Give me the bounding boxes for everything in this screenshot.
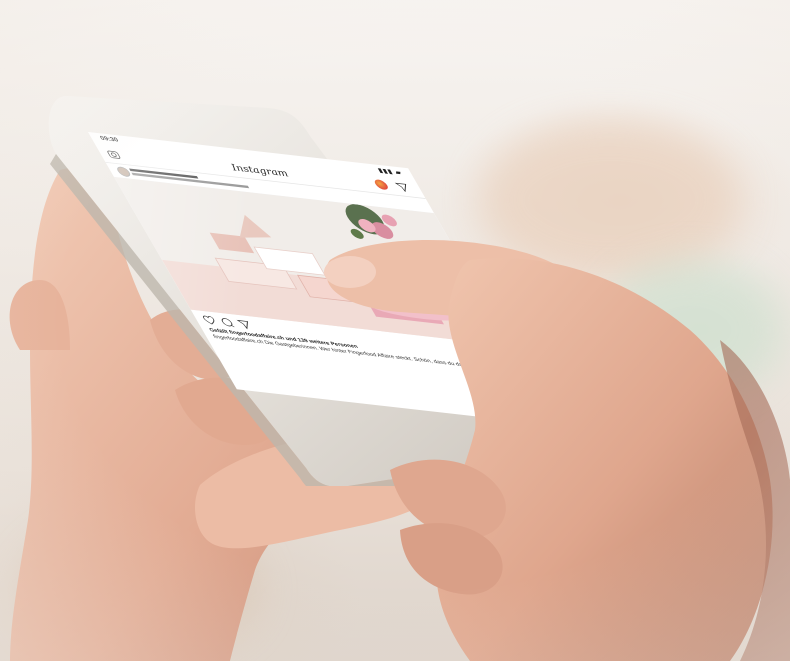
photo-scene: 09:30 ▮▮▮ ▰ Instagram Gefällt fingerfood… (0, 0, 790, 661)
share-icon[interactable] (236, 319, 253, 330)
heart-icon[interactable] (201, 315, 218, 326)
comment-icon[interactable] (218, 317, 235, 328)
status-icons: ▮▮▮ ▰ (377, 167, 404, 177)
status-time: 09:30 (99, 135, 120, 144)
right-hand (324, 240, 790, 661)
